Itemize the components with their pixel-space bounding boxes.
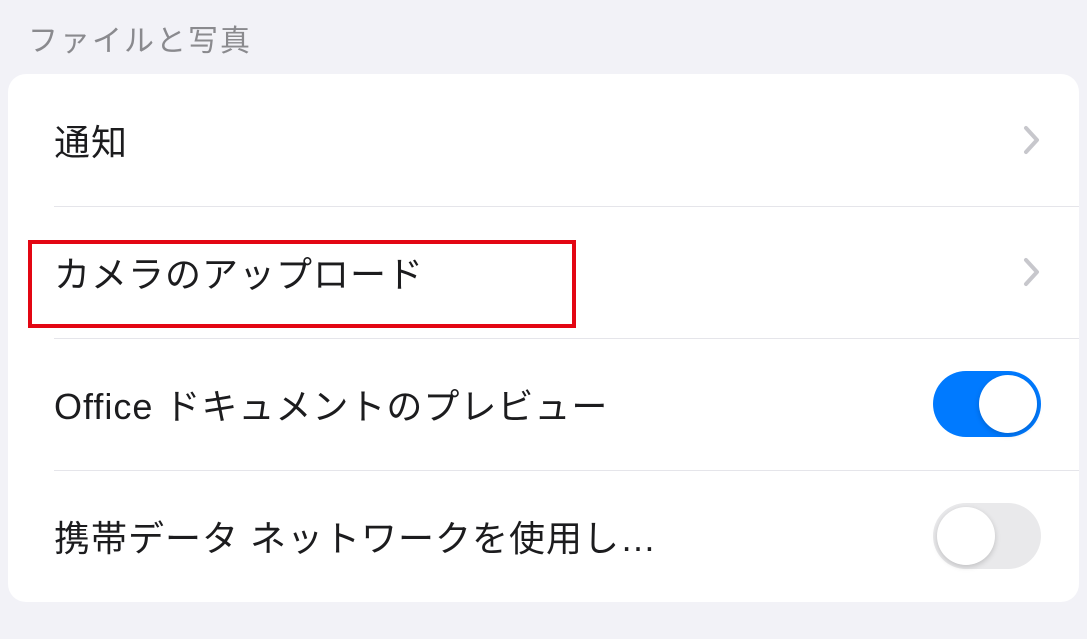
- row-camera-upload-label: カメラのアップロード: [54, 246, 1003, 298]
- toggle-cellular-data[interactable]: [933, 503, 1041, 569]
- row-cellular-data: 携帯データ ネットワークを使用し…: [8, 470, 1079, 602]
- row-office-preview: Office ドキュメントのプレビュー: [8, 338, 1079, 470]
- row-cellular-data-label: 携帯データ ネットワークを使用し…: [54, 510, 913, 562]
- toggle-office-preview[interactable]: [933, 371, 1041, 437]
- row-camera-upload[interactable]: カメラのアップロード: [8, 206, 1079, 338]
- section-header-files-photos: ファイルと写真: [0, 0, 1087, 74]
- toggle-knob: [937, 507, 995, 565]
- settings-group: 通知 カメラのアップロード Office ドキュメントのプレビュー 携帯データ …: [8, 74, 1079, 602]
- toggle-knob: [979, 375, 1037, 433]
- chevron-right-icon: [1023, 125, 1041, 155]
- chevron-right-icon: [1023, 257, 1041, 287]
- row-notifications-label: 通知: [54, 114, 1003, 166]
- row-office-preview-label: Office ドキュメントのプレビュー: [54, 378, 913, 430]
- row-notifications[interactable]: 通知: [8, 74, 1079, 206]
